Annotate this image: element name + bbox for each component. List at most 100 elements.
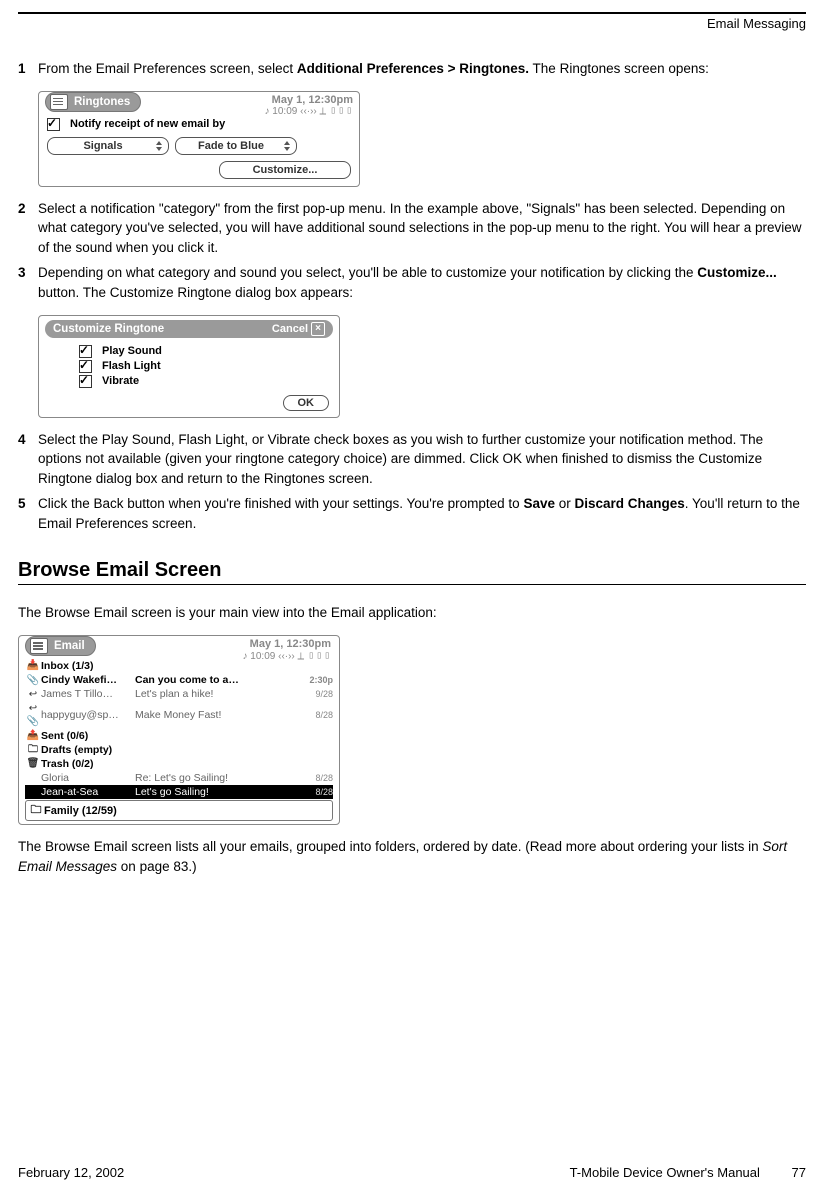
from: Jean-at-Sea	[41, 785, 135, 799]
title-pill: Email	[25, 636, 96, 656]
play-sound-label: Play Sound	[102, 345, 162, 357]
list-item[interactable]: Gloria Re: Let's go Sailing! 8/28	[25, 771, 333, 785]
ringtones-screen: May 1, 12:30pm ♪ 10:09 ‹‹·›› ⟂ ▯▯▯ Ringt…	[38, 91, 360, 187]
subject: Make Money Fast!	[135, 708, 297, 722]
time: 8/28	[297, 709, 333, 721]
vibrate-checkbox[interactable]	[79, 375, 92, 388]
page-footer: February 12, 2002 T-Mobile Device Owner'…	[18, 1165, 806, 1180]
folder-family[interactable]: 🗀 Family (12/59)	[25, 800, 333, 821]
step-number: 2	[18, 199, 38, 219]
subject: Let's plan a hike!	[135, 687, 297, 701]
step-number: 3	[18, 263, 38, 283]
text: on page 83.)	[117, 859, 197, 874]
step-text: Click the Back button when you're finish…	[38, 494, 806, 533]
vibrate-row: Vibrate	[79, 374, 329, 389]
step-1: 1 From the Email Preferences screen, sel…	[18, 59, 806, 79]
cancel-button[interactable]: Cancel ×	[272, 322, 325, 336]
title-label: Ringtones	[74, 96, 130, 108]
flash-light-checkbox[interactable]	[79, 360, 92, 373]
replied-icon: ↩	[25, 688, 41, 702]
from: happyguy@sp…	[41, 708, 135, 722]
replied-attachment-icon: ↩📎	[25, 702, 41, 729]
subject: Re: Let's go Sailing!	[135, 771, 297, 785]
notify-checkbox[interactable]	[47, 118, 60, 131]
browse-email-screen: May 1, 12:30pm ♪ 10:09 ‹‹·›› ⟂ ▯▯▯ Email…	[18, 635, 340, 826]
ok-button[interactable]: OK	[283, 395, 330, 411]
step-text: From the Email Preferences screen, selec…	[38, 59, 806, 79]
dialog-titlebar: Customize Ringtone Cancel ×	[45, 320, 333, 338]
step-2: 2 Select a notification "category" from …	[18, 199, 806, 258]
intro-paragraph: The Browse Email screen is your main vie…	[18, 603, 806, 623]
header-rule	[18, 12, 806, 14]
step-4: 4 Select the Play Sound, Flash Light, or…	[18, 430, 806, 489]
text: button. The Customize Ringtone dialog bo…	[38, 285, 353, 300]
flash-light-row: Flash Light	[79, 359, 329, 374]
list-item[interactable]: ↩📎 happyguy@sp… Make Money Fast! 8/28	[25, 702, 333, 729]
subject: Can you come to a…	[135, 673, 297, 687]
titlebar: Email	[25, 636, 333, 657]
customize-button[interactable]: Customize...	[219, 161, 351, 179]
step-5: 5 Click the Back button when you're fini…	[18, 494, 806, 533]
email-icon	[30, 638, 48, 654]
list-item[interactable]: ↩ James T Tillo… Let's plan a hike! 9/28	[25, 687, 333, 701]
customize-row: Customize...	[39, 158, 359, 182]
text: or	[555, 496, 575, 511]
step-number: 1	[18, 59, 38, 79]
text: The Browse Email screen lists all your e…	[18, 839, 762, 854]
step-number: 4	[18, 430, 38, 450]
outro-paragraph: The Browse Email screen lists all your e…	[18, 837, 806, 876]
app-icon	[50, 94, 68, 110]
ok-row: OK	[39, 395, 339, 417]
footer-right: T-Mobile Device Owner's Manual 77	[570, 1165, 806, 1180]
sound-select[interactable]: Fade to Blue	[175, 137, 297, 155]
attachment-icon: 📎	[25, 674, 41, 688]
footer-page-number: 77	[792, 1165, 806, 1180]
folder-drafts[interactable]: 🗀 Drafts (empty)	[25, 743, 333, 757]
folder-trash[interactable]: 🗑 Trash (0/2)	[25, 757, 333, 771]
play-sound-row: Play Sound	[79, 344, 329, 359]
category-select[interactable]: Signals	[47, 137, 169, 155]
sent-icon: 📤	[25, 729, 41, 743]
from: Gloria	[41, 771, 135, 785]
inbox-icon: 📥	[25, 659, 41, 673]
email-list: 📥 Inbox (1/3) 📎 Cindy Wakefi… Can you co…	[19, 659, 339, 824]
folder-sent[interactable]: 📤 Sent (0/6)	[25, 729, 333, 743]
folder-icon: 🗀	[28, 801, 44, 820]
text: The Ringtones screen opens:	[529, 61, 709, 76]
text: Click the Back button when you're finish…	[38, 496, 523, 511]
time: 8/28	[297, 772, 333, 784]
step-number: 5	[18, 494, 38, 514]
time: 9/28	[297, 688, 333, 700]
bold-text: Save	[523, 496, 555, 511]
bold-text: Additional Preferences > Ringtones.	[297, 61, 529, 76]
footer-title: T-Mobile Device Owner's Manual	[570, 1165, 760, 1180]
drafts-icon: 🗀	[25, 743, 41, 757]
text: From the Email Preferences screen, selec…	[38, 61, 297, 76]
section-heading: Browse Email Screen	[18, 559, 806, 582]
bold-text: Customize...	[697, 265, 777, 280]
from: James T Tillo…	[41, 687, 135, 701]
play-sound-checkbox[interactable]	[79, 345, 92, 358]
list-item-selected[interactable]: Jean-at-Sea Let's go Sailing! 8/28	[25, 785, 333, 799]
time: 8/28	[297, 786, 333, 798]
time: 2:30p	[297, 674, 333, 686]
vibrate-label: Vibrate	[102, 375, 139, 387]
from: Cindy Wakefi…	[41, 673, 135, 687]
notify-label: Notify receipt of new email by	[70, 118, 225, 130]
dialog-body: Play Sound Flash Light Vibrate	[39, 342, 339, 395]
title-label: Email	[54, 640, 85, 652]
list-item[interactable]: 📎 Cindy Wakefi… Can you come to a… 2:30p	[25, 673, 333, 687]
folder-label: Drafts (empty)	[41, 743, 112, 757]
footer-date: February 12, 2002	[18, 1165, 124, 1180]
folder-label: Family (12/59)	[44, 805, 117, 817]
folder-label: Inbox (1/3)	[41, 659, 94, 673]
header-section: Email Messaging	[18, 16, 806, 31]
customize-ringtone-dialog: Customize Ringtone Cancel × Play Sound F…	[38, 315, 340, 418]
folder-label: Trash (0/2)	[41, 757, 94, 771]
text: Depending on what category and sound you…	[38, 265, 697, 280]
trash-icon: 🗑	[25, 757, 41, 771]
dialog-title: Customize Ringtone	[53, 323, 164, 335]
close-icon: ×	[311, 322, 325, 336]
step-text: Select a notification "category" from th…	[38, 199, 806, 258]
popup-row: Signals Fade to Blue	[39, 134, 359, 158]
